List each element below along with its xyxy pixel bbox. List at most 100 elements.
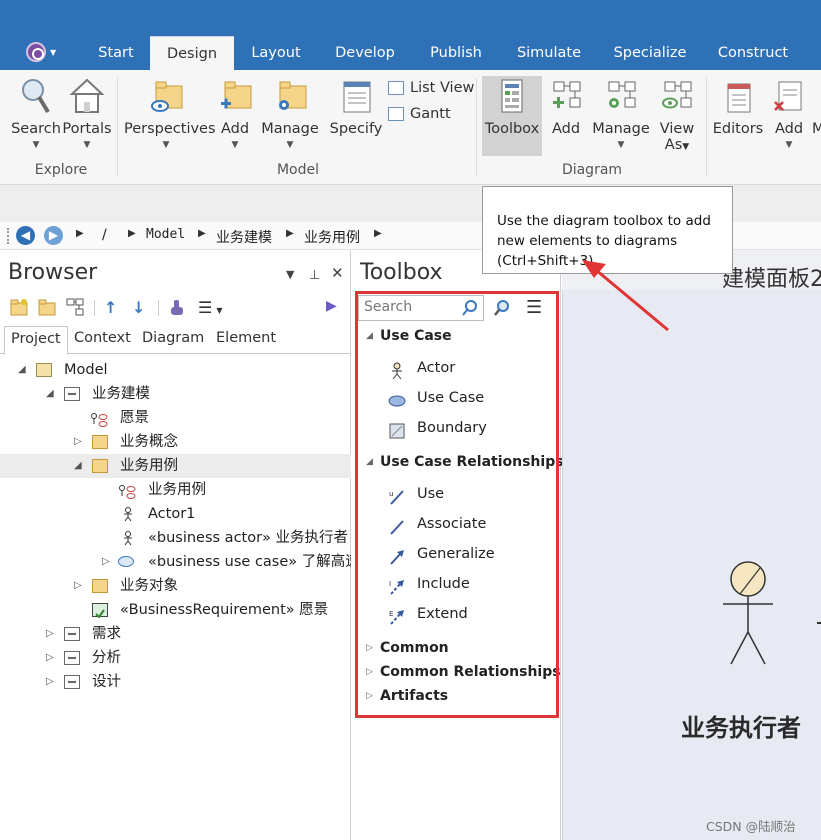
breadcrumb-model[interactable]: Model bbox=[146, 227, 185, 242]
view-as-button[interactable]: View As▼ bbox=[656, 76, 698, 156]
chevron-down-icon: ▼ bbox=[785, 140, 793, 150]
tree-item[interactable]: ▷ «business use case» 了解高速 bbox=[0, 550, 351, 574]
diagram-manage-button[interactable]: Manage ▼ bbox=[590, 76, 652, 150]
expanded-triangle-icon[interactable]: ◢ bbox=[18, 358, 26, 382]
collapsed-triangle-icon[interactable]: ▷ bbox=[46, 646, 54, 670]
tree-item[interactable]: ▷ 分析 bbox=[0, 646, 351, 670]
tab-develop[interactable]: Develop bbox=[326, 36, 404, 70]
chevron-right-icon: ▶ bbox=[286, 228, 294, 239]
app-menu-button[interactable]: ▼ bbox=[22, 38, 60, 64]
new-folder-icon[interactable] bbox=[38, 298, 56, 316]
browser-title: Browser bbox=[8, 260, 98, 285]
tab-construct[interactable]: Construct bbox=[710, 36, 796, 70]
ribbon-separator bbox=[476, 78, 477, 176]
collapsed-triangle-icon[interactable]: ▷ bbox=[46, 622, 54, 646]
tree-item[interactable]: «business actor» 业务执行者 bbox=[0, 526, 351, 550]
find-toolbox-icon[interactable] bbox=[492, 298, 514, 318]
hamburger-menu-icon[interactable]: ☰ bbox=[526, 298, 548, 318]
browser-tabs: Project Context Diagram Element bbox=[0, 326, 351, 355]
touch-hand-icon[interactable] bbox=[168, 298, 186, 316]
package-icon bbox=[64, 675, 80, 689]
tab-specialize[interactable]: Specialize bbox=[604, 36, 696, 70]
svg-text:E: E bbox=[389, 610, 393, 618]
new-diagram-icon[interactable] bbox=[66, 298, 84, 316]
move-down-arrow-icon[interactable]: ↓ bbox=[132, 298, 150, 317]
tree-item[interactable]: «BusinessRequirement» 愿景 bbox=[0, 598, 351, 622]
collapsed-triangle-icon[interactable]: ▷ bbox=[46, 670, 54, 694]
list-view-button[interactable]: List View bbox=[388, 80, 474, 96]
back-arrow-icon[interactable]: ◀ bbox=[16, 226, 35, 245]
diagram-title: 建模面板2 bbox=[722, 267, 821, 292]
tab-context[interactable]: Context bbox=[74, 330, 131, 346]
chevron-down-icon: ▼ bbox=[617, 140, 625, 150]
model-add-button[interactable]: Add ▼ bbox=[214, 76, 256, 150]
model-manage-button[interactable]: Manage ▼ bbox=[260, 76, 320, 150]
element-add-button[interactable]: Add ▼ bbox=[770, 76, 808, 150]
toolbox-button[interactable]: Toolbox bbox=[482, 76, 542, 156]
group-label-model: Model bbox=[276, 162, 320, 178]
close-icon[interactable]: ✕ bbox=[331, 264, 344, 282]
tab-simulate[interactable]: Simulate bbox=[508, 36, 590, 70]
tab-diagram[interactable]: Diagram bbox=[142, 330, 204, 346]
extend-arrow-icon: E bbox=[388, 608, 406, 626]
play-arrow-icon[interactable]: ▶ bbox=[326, 298, 344, 316]
package-icon bbox=[64, 627, 80, 641]
ribbon-separator bbox=[117, 78, 118, 176]
collapsed-triangle-icon: ▷ bbox=[366, 691, 373, 701]
tree-item[interactable]: Actor1 bbox=[0, 502, 351, 526]
tab-project[interactable]: Project bbox=[4, 326, 68, 355]
app-logo-icon bbox=[26, 42, 46, 62]
tab-layout[interactable]: Layout bbox=[240, 36, 312, 70]
diagram-canvas[interactable]: 业务执行者 bbox=[562, 290, 821, 840]
tree-item[interactable]: 愿景 bbox=[0, 406, 351, 430]
chevron-right-icon: ▶ bbox=[128, 228, 136, 239]
specify-button[interactable]: Specify bbox=[328, 76, 384, 138]
portals-button[interactable]: Portals ▼ bbox=[62, 76, 112, 150]
expanded-triangle-icon[interactable]: ◢ bbox=[74, 454, 82, 478]
editors-button[interactable]: Editors bbox=[712, 76, 764, 138]
business-actor-figure[interactable] bbox=[713, 560, 783, 670]
forward-arrow-icon[interactable]: ▶ bbox=[44, 226, 63, 245]
toolbox-icon bbox=[494, 76, 530, 118]
breadcrumb-business-modeling[interactable]: 业务建模 bbox=[216, 227, 272, 247]
expanded-triangle-icon: ◢ bbox=[366, 331, 373, 341]
package-icon bbox=[64, 651, 80, 665]
tree-item[interactable]: 业务用例 bbox=[0, 478, 351, 502]
tree-item-selected[interactable]: ◢ 业务用例 bbox=[0, 454, 351, 478]
search-button[interactable]: Search ▼ bbox=[10, 76, 62, 150]
new-package-icon[interactable] bbox=[10, 298, 28, 316]
move-up-arrow-icon[interactable]: ↑ bbox=[104, 298, 122, 317]
hamburger-menu-icon[interactable]: ☰ ▼ bbox=[198, 298, 238, 317]
breadcrumb-root[interactable]: / bbox=[102, 227, 107, 243]
generalize-arrow-icon bbox=[388, 548, 406, 566]
element-add-icon bbox=[771, 76, 807, 118]
diagram-add-button[interactable]: Add bbox=[546, 76, 586, 138]
tab-element[interactable]: Element bbox=[216, 330, 276, 346]
search-icon[interactable] bbox=[460, 298, 482, 318]
usecase-ellipse-icon bbox=[118, 556, 134, 567]
tree-item-model[interactable]: ◢ Model bbox=[0, 358, 351, 382]
perspectives-button[interactable]: Perspectives ▼ bbox=[124, 76, 216, 150]
toolbox-panel: Toolbox Search ☰ ◢ Use Case Actor Use Ca… bbox=[352, 250, 564, 840]
breadcrumb-business-usecase[interactable]: 业务用例 bbox=[304, 227, 360, 247]
panel-menu-chevron-icon[interactable]: ▼ bbox=[286, 268, 294, 281]
tree-item[interactable]: ▷ 业务概念 bbox=[0, 430, 351, 454]
toolbox-title: Toolbox bbox=[360, 260, 443, 285]
magnifier-icon bbox=[18, 76, 54, 118]
collapsed-triangle-icon[interactable]: ▷ bbox=[74, 574, 82, 598]
gantt-button[interactable]: Gantt bbox=[388, 106, 451, 122]
collapsed-triangle-icon[interactable]: ▷ bbox=[74, 430, 82, 454]
tree-item[interactable]: ▷ 业务对象 bbox=[0, 574, 351, 598]
editors-icon bbox=[720, 76, 756, 118]
collapsed-triangle-icon[interactable]: ▷ bbox=[102, 550, 110, 574]
pin-icon[interactable]: ⊥ bbox=[309, 268, 320, 283]
tree-item[interactable]: ▷ 设计 bbox=[0, 670, 351, 694]
tab-start[interactable]: Start bbox=[88, 36, 144, 70]
element-more-button[interactable]: M bbox=[812, 76, 821, 138]
tab-publish[interactable]: Publish bbox=[418, 36, 494, 70]
tree-item[interactable]: ▷ 需求 bbox=[0, 622, 351, 646]
tree-item[interactable]: ◢ 业务建模 bbox=[0, 382, 351, 406]
expanded-triangle-icon[interactable]: ◢ bbox=[46, 382, 54, 406]
tab-design[interactable]: Design bbox=[150, 36, 234, 72]
usecase-diagram-icon bbox=[90, 411, 108, 427]
